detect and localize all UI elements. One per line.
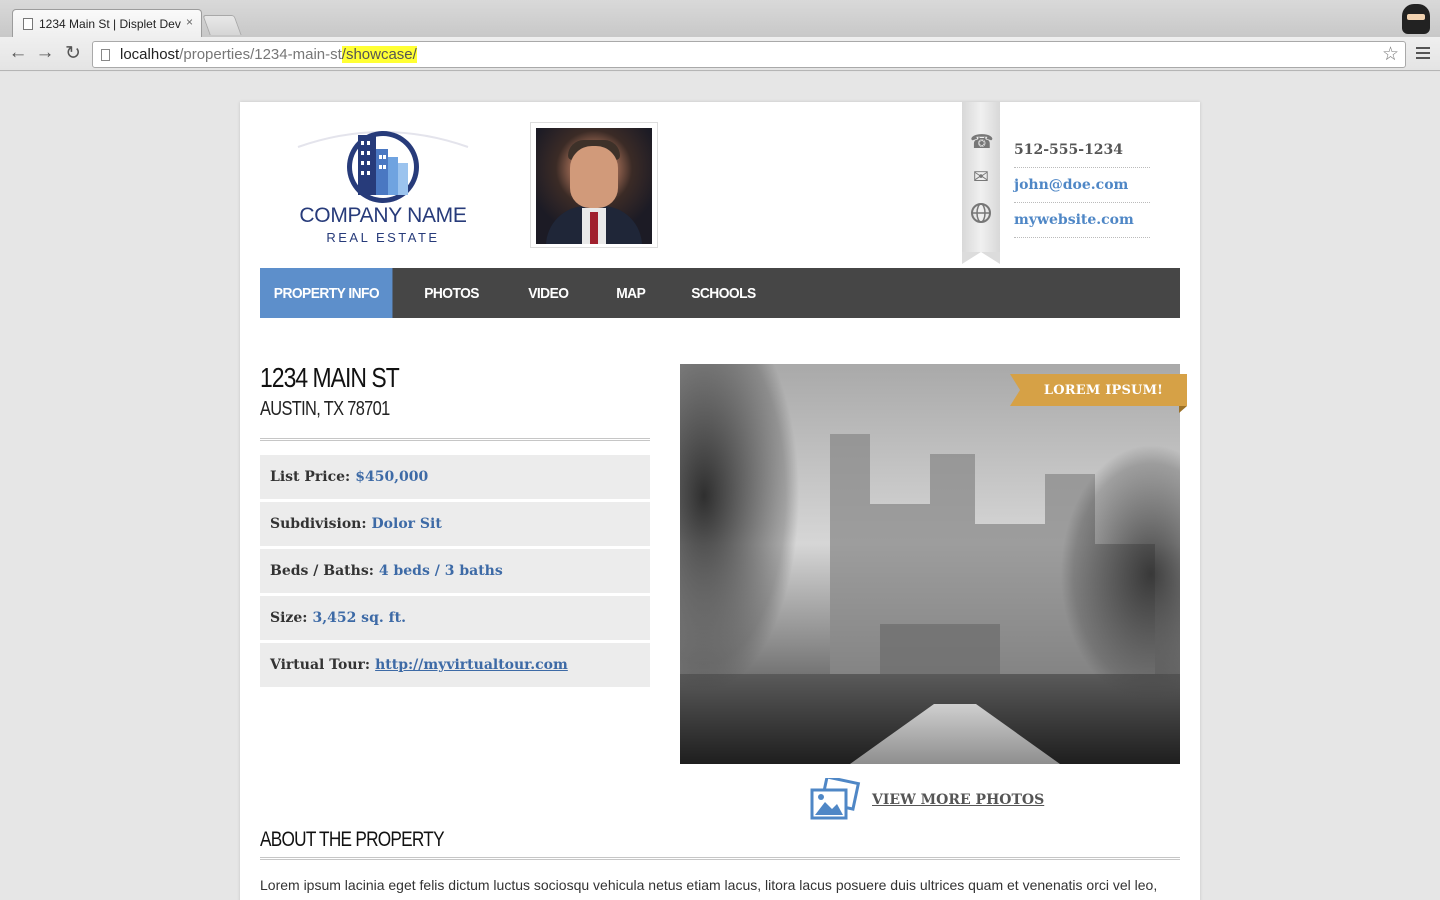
new-tab-button[interactable] <box>202 15 242 35</box>
contact-phone[interactable]: 512-555-1234 <box>1014 133 1150 168</box>
document-icon <box>23 17 33 30</box>
tab-photos[interactable]: PHOTOS <box>404 268 499 318</box>
photos-icon <box>810 775 862 822</box>
agent-photo-frame <box>530 122 658 248</box>
reload-button[interactable]: ↻ <box>61 41 85 65</box>
page-viewport: COMPANY NAME REAL ESTATE ☎ ✉ 512-555-123… <box>0 72 1440 900</box>
address-bar[interactable]: localhost/properties/1234-main-st/showca… <box>92 41 1406 68</box>
bookmark-star-icon[interactable]: ☆ <box>1382 43 1399 66</box>
logo-tagline: REAL ESTATE <box>326 230 440 245</box>
property-facts: List Price: $450,000 Subdivision: Dolor Si… <box>260 455 650 690</box>
fact-subdivision: Subdivision: Dolor Sit <box>260 502 650 546</box>
page-card: COMPANY NAME REAL ESTATE ☎ ✉ 512-555-123… <box>240 102 1200 900</box>
contact-ribbon: ☎ ✉ <box>962 102 1000 264</box>
globe-icon <box>970 202 992 224</box>
contact-website[interactable]: mywebsite.com <box>1014 203 1150 238</box>
phone-icon: ☎ <box>970 132 994 153</box>
logo-mark-icon <box>297 131 469 203</box>
tab-schools[interactable]: SCHOOLS <box>671 268 776 318</box>
property-city: AUSTIN, TX 78701 <box>260 398 390 420</box>
property-hero-image[interactable] <box>680 364 1180 764</box>
browser-tabstrip: 1234 Main St | Displet Dev × <box>0 0 1440 37</box>
about-heading: ABOUT THE PROPERTY <box>260 828 445 851</box>
forward-button[interactable]: → <box>33 41 57 65</box>
tab-map[interactable]: MAP <box>596 268 666 318</box>
virtual-tour-link[interactable]: http://myvirtualtour.com <box>375 657 568 673</box>
main-nav: PROPERTY INFO PHOTOS VIDEO MAP SCHOOLS <box>260 268 1180 318</box>
about-text: Lorem ipsum lacinia eget felis dictum lu… <box>260 877 1158 893</box>
fact-list-price: List Price: $450,000 <box>260 455 650 499</box>
browser-toolbar: ← → ↻ localhost/properties/1234-main-st/… <box>0 37 1440 71</box>
tab-video[interactable]: VIDEO <box>508 268 589 318</box>
profile-avatar[interactable] <box>1402 4 1430 34</box>
tab-property-info[interactable]: PROPERTY INFO <box>260 268 393 318</box>
page-icon <box>101 48 110 61</box>
tab-close-icon[interactable]: × <box>186 15 193 29</box>
agent-photo <box>536 128 652 244</box>
fact-size: Size: 3,452 sq. ft. <box>260 596 650 640</box>
divider <box>260 857 1180 860</box>
property-address: 1234 MAIN ST <box>260 362 400 393</box>
browser-menu-icon[interactable] <box>1416 47 1430 59</box>
fact-beds-baths: Beds / Baths: 4 beds / 3 baths <box>260 549 650 593</box>
fact-virtual-tour: Virtual Tour: http://myvirtualtour.com <box>260 643 650 687</box>
contact-list: 512-555-1234 john@doe.com mywebsite.com <box>1014 133 1150 238</box>
divider <box>260 438 650 441</box>
contact-email[interactable]: john@doe.com <box>1014 168 1150 203</box>
tab-title: 1234 Main St | Displet Dev <box>39 16 181 31</box>
hero-badge: LOREM IPSUM! <box>1010 374 1187 413</box>
logo-company-name: COMPANY NAME <box>299 204 467 227</box>
mail-icon: ✉ <box>973 167 989 188</box>
company-logo[interactable]: COMPANY NAME REAL ESTATE <box>288 127 478 247</box>
view-more-photos-link[interactable]: VIEW MORE PHOTOS <box>810 775 1044 822</box>
back-button[interactable]: ← <box>6 41 30 65</box>
url-text: localhost/properties/1234-main-st/showca… <box>120 46 417 63</box>
browser-tab[interactable]: 1234 Main St | Displet Dev × <box>12 9 202 37</box>
